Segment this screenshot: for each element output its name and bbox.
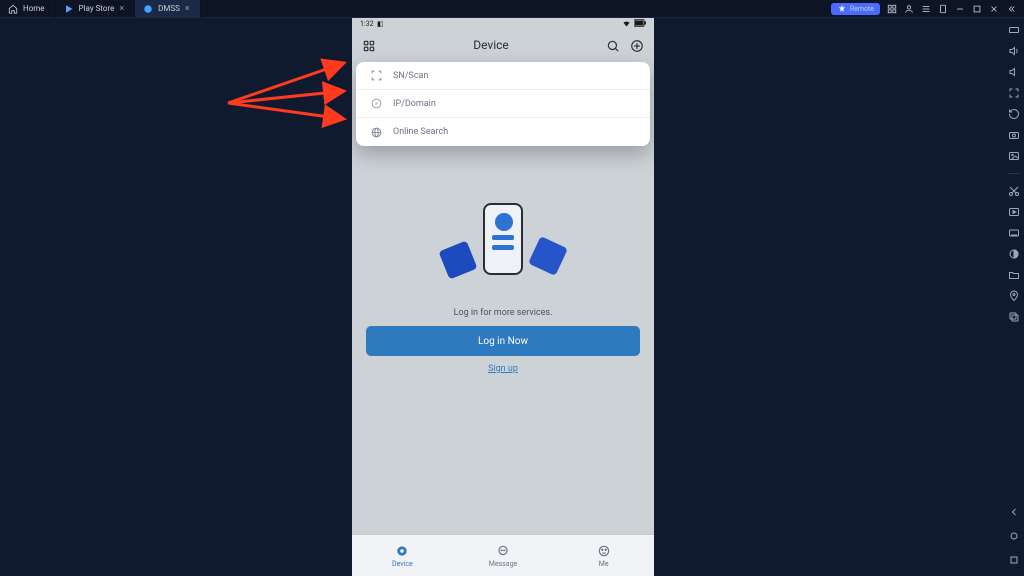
volume-up-icon[interactable] xyxy=(1008,45,1020,57)
contrast-icon[interactable] xyxy=(1008,248,1020,260)
menu-item-label: IP/Domain xyxy=(393,99,436,109)
phone-viewport: 1:32 ◧ Device SN/Scan IP IP/Domain xyxy=(352,18,654,576)
menu-icon[interactable] xyxy=(921,4,931,14)
nav-message[interactable]: Message xyxy=(453,535,554,576)
close-icon[interactable]: × xyxy=(185,4,190,14)
menu-item-label: SN/Scan xyxy=(393,71,428,81)
close-icon[interactable]: × xyxy=(119,4,124,14)
nav-label: Me xyxy=(599,560,609,568)
collapse-icon[interactable] xyxy=(1006,4,1016,14)
volume-down-icon[interactable] xyxy=(1008,66,1020,78)
bottom-nav: Device Message Me xyxy=(352,534,654,576)
status-time: 1:32 ◧ xyxy=(360,20,384,28)
menu-item-ip-domain[interactable]: IP IP/Domain xyxy=(356,90,650,118)
add-device-menu: SN/Scan IP IP/Domain Online Search xyxy=(356,62,650,146)
fullscreen-icon[interactable] xyxy=(1008,87,1020,99)
recent-icon[interactable] xyxy=(1008,554,1020,566)
me-icon xyxy=(597,544,611,558)
tab-dmss[interactable]: DMSS × xyxy=(135,0,201,18)
wifi-icon xyxy=(622,19,631,30)
login-illustration xyxy=(443,203,563,299)
tab-label: Play Store xyxy=(79,4,115,13)
window-controls: Remote xyxy=(831,3,1024,15)
message-icon xyxy=(496,544,510,558)
copy-icon[interactable] xyxy=(1008,311,1020,323)
camera-icon[interactable] xyxy=(1008,129,1020,141)
folder-icon[interactable] xyxy=(1008,269,1020,281)
remote-button[interactable]: Remote xyxy=(831,3,880,15)
ip-icon: IP xyxy=(370,97,383,110)
image-icon[interactable] xyxy=(1008,150,1020,162)
location-icon[interactable] xyxy=(1008,290,1020,302)
login-button[interactable]: Log in Now xyxy=(366,326,640,356)
menu-item-sn-scan[interactable]: SN/Scan xyxy=(356,62,650,90)
user-icon[interactable] xyxy=(904,4,914,14)
minimize-icon[interactable] xyxy=(955,4,965,14)
home-nav-icon[interactable] xyxy=(1008,530,1020,542)
svg-text:IP: IP xyxy=(375,101,379,106)
nav-me[interactable]: Me xyxy=(553,535,654,576)
scan-icon xyxy=(370,69,383,82)
menu-item-label: Online Search xyxy=(393,127,448,137)
tab-label: Home xyxy=(23,4,45,13)
battery-icon xyxy=(634,19,646,29)
add-icon[interactable] xyxy=(630,38,644,52)
cut-icon[interactable] xyxy=(1008,185,1020,197)
back-icon[interactable] xyxy=(1008,506,1020,518)
nav-label: Message xyxy=(489,560,518,568)
play-icon[interactable] xyxy=(1008,206,1020,218)
rotate-icon[interactable] xyxy=(938,4,948,14)
refresh-icon[interactable] xyxy=(1008,108,1020,120)
home-icon xyxy=(8,4,18,14)
keyboard-icon[interactable] xyxy=(1008,24,1020,36)
caption-icon[interactable] xyxy=(1008,227,1020,239)
app-root: Home Play Store × DMSS × Remote xyxy=(0,0,1024,576)
tab-play-store[interactable]: Play Store × xyxy=(56,0,136,18)
grid-icon[interactable] xyxy=(887,4,897,14)
app-header: Device xyxy=(352,30,654,60)
dmss-icon xyxy=(143,4,153,14)
remote-label: Remote xyxy=(850,5,874,13)
annotation-arrows xyxy=(218,35,358,155)
page-title: Device xyxy=(473,38,509,52)
close-window-icon[interactable] xyxy=(989,4,999,14)
login-hint: Log in for more services. xyxy=(352,308,654,318)
signup-link[interactable]: Sign up xyxy=(352,364,654,374)
tab-home[interactable]: Home xyxy=(0,0,56,18)
status-bar: 1:32 ◧ xyxy=(352,18,654,30)
search-icon[interactable] xyxy=(606,38,620,52)
menu-item-online-search[interactable]: Online Search xyxy=(356,118,650,146)
device-icon xyxy=(395,544,409,558)
grid-menu-icon[interactable] xyxy=(362,38,376,52)
tab-label: DMSS xyxy=(158,4,180,13)
side-toolbar xyxy=(1004,18,1024,576)
nav-device[interactable]: Device xyxy=(352,535,453,576)
play-store-icon xyxy=(64,4,74,14)
nav-label: Device xyxy=(392,560,413,568)
globe-icon xyxy=(370,126,383,139)
maximize-icon[interactable] xyxy=(972,4,982,14)
tab-bar: Home Play Store × DMSS × Remote xyxy=(0,0,1024,18)
